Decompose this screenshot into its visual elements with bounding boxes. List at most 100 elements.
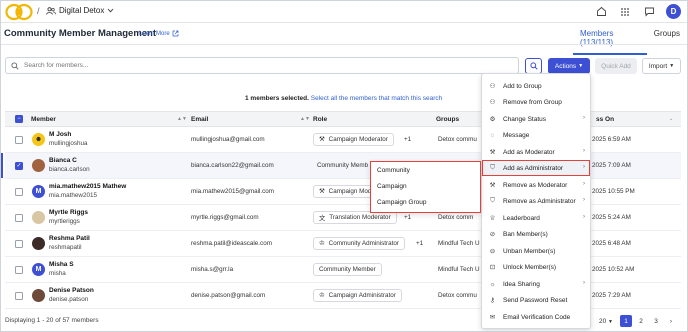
unban-icon: ⊖ [489,248,496,255]
home-icon[interactable] [594,5,608,19]
column-last-seen[interactable]: ss On [596,116,614,123]
page-3-button[interactable]: 3 [650,315,662,327]
extra-roles-count[interactable]: +1 [404,214,411,221]
select-all-link[interactable]: Select all the members that match this s… [311,95,443,102]
shield-icon: ⛉ [490,164,495,171]
select-all-checkbox[interactable]: − [15,115,23,123]
menu-item-add-administrator[interactable]: ⛉ Add as Administrator › [482,160,590,176]
role-label: Community Memb [317,162,369,169]
member-email: myrtle.riggs@gmail.com [191,214,259,221]
message-icon: ◌ [490,131,495,139]
workspace-selector[interactable]: Digital Detox [46,6,114,15]
member-name[interactable]: mia.mathew2015 Mathew [49,183,126,190]
menu-item-leaderboard[interactable]: ♕ Leaderboard › [482,210,590,226]
translate-icon: 文 [319,215,326,222]
menu-item-idea-sharing[interactable]: ☼ Idea Sharing › [482,276,590,292]
row-checkbox[interactable] [15,292,23,300]
member-name[interactable]: Bianca C [49,157,77,164]
submenu-item-campaign[interactable]: Campaign [377,183,407,190]
menu-item-add-moderator[interactable]: ⚒ Add as Moderator › [482,144,590,160]
pagination-summary: Displaying 1 - 20 of 57 members [5,317,99,324]
gavel-icon: ⚒ [489,149,496,156]
menu-item-unban[interactable]: ⊖ Unban Member(s) [482,243,590,259]
next-page-button[interactable]: › [665,315,677,327]
external-link-icon [172,30,179,37]
sort-icon[interactable]: ▲▼ [177,116,187,122]
menu-item-label: Send Password Reset [503,296,568,304]
member-groups: Detox commu [438,292,477,299]
chevron-right-icon: › [583,181,585,187]
actions-menu: ⚇ Add to Group ⚇ Remove from Group ⚙ Change… [481,73,591,329]
sort-icon[interactable]: ▲▼ [300,116,310,122]
menu-item-password-reset[interactable]: ⚷ Send Password Reset [482,292,590,308]
member-username: myrtleriggs [49,218,80,225]
tab-members[interactable]: Members (113/113) [573,27,647,55]
quick-add-button[interactable]: Quick Add [595,58,637,74]
column-member[interactable]: Member [31,116,56,123]
member-username: misha [49,270,66,277]
menu-item-email-verification[interactable]: ✉ Email Verification Code [482,309,590,325]
member-email: denise.patson@gmail.com [191,292,266,299]
menu-item-message[interactable]: ◌ Message [482,127,590,143]
column-email[interactable]: Email [191,116,208,123]
submenu-item-community[interactable]: Community [377,167,410,174]
member-username: denise.patson [49,296,89,303]
row-checkbox[interactable] [15,240,23,248]
extra-roles-count[interactable]: +1 [416,240,423,247]
learn-more-label: Learn More [139,30,170,37]
user-minus-icon: ⚇ [489,99,496,106]
member-name[interactable]: Denise Patson [49,287,94,294]
per-page-select[interactable]: 20 ▼ [599,318,613,325]
role-badge: ♔ Community Administrator [313,237,405,250]
last-seen: 2025 5:24 AM [592,214,631,221]
tab-groups[interactable]: Groups [647,27,687,55]
member-name[interactable]: Reshma Patil [49,235,90,242]
member-email: reshma.patil@ideascale.com [191,240,272,247]
row-checkbox[interactable]: ✓ [15,162,23,170]
menu-item-ban[interactable]: ⊘ Ban Member(s) [482,226,590,242]
menu-item-label: Message [503,131,530,139]
avatar [32,237,45,250]
caret-down-icon: ▼ [669,63,675,69]
avatar: M [32,263,45,276]
chevron-down-icon[interactable]: ⌄ [669,116,673,122]
menu-item-label: Leaderboard [503,214,540,222]
column-role[interactable]: Role [313,116,327,123]
row-checkbox[interactable] [15,214,23,222]
member-name[interactable]: M Josh [49,131,71,138]
menu-item-unlock[interactable]: ⊡ Unlock Member(s) [482,259,590,275]
menu-item-remove-moderator[interactable]: ⚒ Remove as Moderator › [482,177,590,193]
menu-item-add-to-group[interactable]: ⚇ Add to Group [482,78,590,94]
actions-button[interactable]: Actions ▼ [548,58,590,74]
column-groups[interactable]: Groups [436,116,459,123]
page-2-button[interactable]: 2 [635,315,647,327]
chevron-right-icon: › [583,115,585,121]
import-button[interactable]: Import ▼ [642,58,681,74]
menu-item-remove-administrator[interactable]: ⛉ Remove as Administrator › [482,193,590,209]
menu-item-change-status[interactable]: ⚙ Change Status › [482,111,590,127]
row-checkbox[interactable] [15,136,23,144]
search-input[interactable] [24,62,224,69]
row-checkbox[interactable] [15,188,23,196]
avatar [32,211,45,224]
member-search [5,57,519,74]
status-icon: ⚙ [489,116,496,123]
selected-count: 1 members selected. [245,95,309,102]
menu-item-label: Add to Group [503,82,542,90]
menu-item-label: Remove as Administrator [503,197,576,205]
submenu-item-campaign-group[interactable]: Campaign Group [377,199,427,206]
row-checkbox[interactable] [15,266,23,274]
user-avatar[interactable]: D [666,4,681,19]
unlock-icon: ⊡ [489,264,496,271]
apps-grid-icon[interactable] [618,5,632,19]
member-name[interactable]: Misha S [49,261,74,268]
page-1-button[interactable]: 1 [620,315,632,327]
learn-more-link[interactable]: Learn More [139,30,179,37]
member-name[interactable]: Myrtle Riggs [49,209,88,216]
search-button[interactable] [525,58,542,74]
chat-icon[interactable] [642,5,656,19]
extra-roles-count[interactable]: +1 [404,136,411,143]
selection-info: 1 members selected. Select all the membe… [245,95,442,102]
brand-logo[interactable] [5,3,33,21]
menu-item-remove-from-group[interactable]: ⚇ Remove from Group [482,94,590,110]
